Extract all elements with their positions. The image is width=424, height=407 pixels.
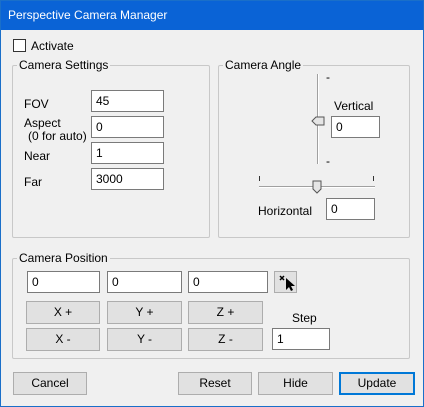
vertical-label: Vertical <box>334 99 374 113</box>
fov-input[interactable] <box>91 90 164 112</box>
title-bar[interactable]: Perspective Camera Manager <box>1 1 423 30</box>
horizontal-slider-tick-right <box>373 176 374 181</box>
position-y-input[interactable] <box>107 271 182 293</box>
y-minus-button[interactable]: Y - <box>107 328 182 351</box>
position-z-input[interactable] <box>188 271 268 293</box>
horizontal-slider-tick-left <box>259 176 260 181</box>
position-x-input[interactable] <box>27 271 100 293</box>
fov-label: FOV <box>24 97 49 111</box>
horizontal-label: Horizontal <box>258 204 313 218</box>
vertical-slider-tick-bottom: - <box>326 154 330 168</box>
step-input[interactable] <box>272 328 330 350</box>
hide-button[interactable]: Hide <box>258 372 333 395</box>
step-label: Step <box>292 311 317 325</box>
aspect-label: Aspect <box>24 116 61 130</box>
camera-settings-title: Camera Settings <box>17 58 111 72</box>
y-plus-button[interactable]: Y + <box>107 301 182 324</box>
activate-label: Activate <box>31 39 74 53</box>
horizontal-slider-thumb[interactable] <box>312 180 322 194</box>
update-button[interactable]: Update <box>339 372 415 395</box>
near-input[interactable] <box>91 142 164 164</box>
aspect-hint-label: (0 for auto) <box>28 129 87 143</box>
near-label: Near <box>24 149 51 163</box>
far-label: Far <box>24 175 42 189</box>
cursor-pick-icon <box>279 275 295 291</box>
reset-button[interactable]: Reset <box>178 372 252 395</box>
window-title: Perspective Camera Manager <box>8 8 168 22</box>
camera-position-title: Camera Position <box>17 251 110 265</box>
activate-checkbox[interactable] <box>13 39 26 52</box>
vertical-slider-tick-top: - <box>326 70 330 84</box>
pick-position-button[interactable] <box>274 271 297 293</box>
far-input[interactable] <box>91 168 164 190</box>
vertical-slider-thumb[interactable] <box>311 116 325 126</box>
cancel-button[interactable]: Cancel <box>13 372 87 395</box>
x-plus-button[interactable]: X + <box>26 301 100 324</box>
camera-angle-group: Camera Angle <box>218 58 410 238</box>
z-minus-button[interactable]: Z - <box>188 328 263 351</box>
horizontal-input[interactable] <box>326 198 375 220</box>
aspect-input[interactable] <box>91 116 164 138</box>
camera-manager-window: Perspective Camera Manager Activate Came… <box>0 0 424 407</box>
camera-angle-title: Camera Angle <box>223 58 304 72</box>
z-plus-button[interactable]: Z + <box>188 301 263 324</box>
x-minus-button[interactable]: X - <box>26 328 100 351</box>
vertical-input[interactable] <box>331 116 380 138</box>
